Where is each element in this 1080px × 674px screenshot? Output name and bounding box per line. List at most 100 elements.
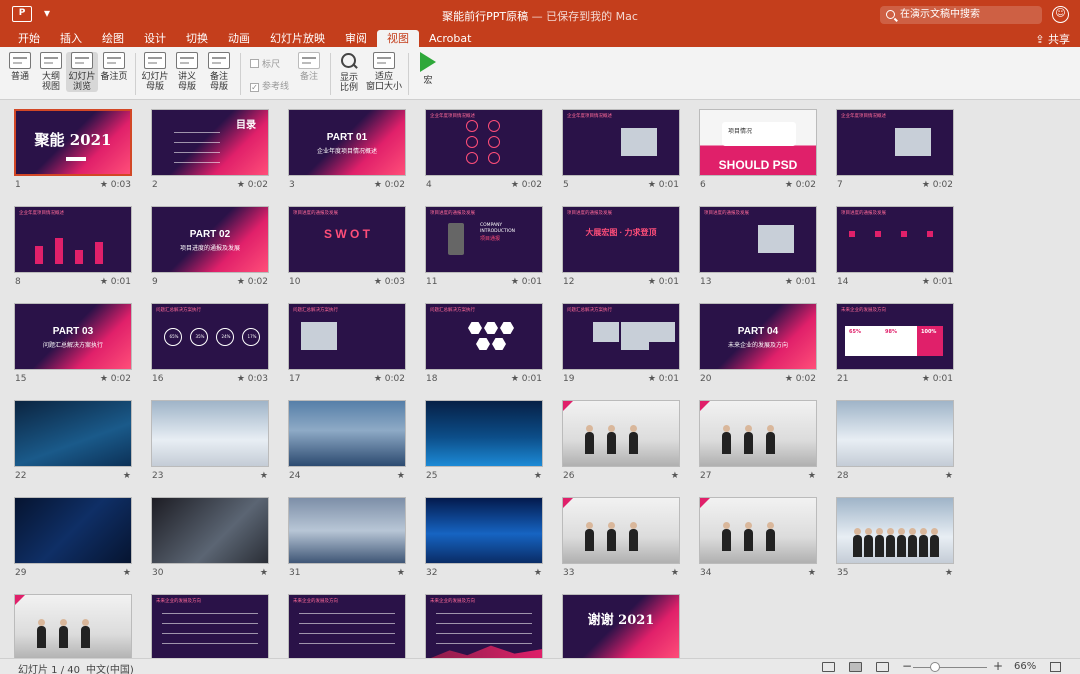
- tab-3[interactable]: 设计: [134, 30, 176, 47]
- slide-thumbnail-2[interactable]: 目录 2 ★ 0:02: [151, 109, 269, 190]
- slide-thumbnail-31[interactable]: 31 ★: [288, 497, 406, 578]
- slide-thumbnail-20[interactable]: PART 04 未来企业的发展及方向 20 ★ 0:02: [699, 303, 817, 384]
- slide-thumbnail-9[interactable]: PART 02 项目进度的通报及发展 9 ★ 0:02: [151, 206, 269, 287]
- slide-subtitle: 问题汇总解决方案执行: [42, 342, 103, 349]
- slide-thumbnail-28[interactable]: 28 ★: [836, 400, 954, 481]
- slide-thumbnail-37[interactable]: 未来企业的发展及方向37★: [151, 594, 269, 658]
- tab-5[interactable]: 动画: [218, 30, 260, 47]
- slide-thumbnail-1[interactable]: 聚能 2021 1 ★ 0:03: [14, 109, 132, 190]
- magnifier-icon: [340, 52, 358, 70]
- slide-thumbnail-5[interactable]: 企业年度项目情况概述 5 ★ 0:01: [562, 109, 680, 190]
- zoom-in-icon[interactable]: +: [993, 659, 1003, 673]
- tab-7[interactable]: 审阅: [335, 30, 377, 47]
- fit-window-button[interactable]: 适应 窗口大小: [364, 52, 404, 92]
- slide-timing: ★ 0:02: [511, 180, 542, 190]
- tab-0[interactable]: 开始: [8, 30, 50, 47]
- slide-label: 项目通报: [480, 236, 501, 242]
- normal-view-status-icon[interactable]: [822, 662, 835, 672]
- notes-button[interactable]: 备注: [293, 52, 325, 82]
- person-figure: [585, 425, 594, 454]
- slide-preview: [836, 497, 954, 564]
- notes-page-button[interactable]: 备注页: [98, 52, 130, 82]
- zoom-button[interactable]: 显示 比例: [333, 52, 365, 93]
- slide-thumbnail-36[interactable]: 36★: [14, 594, 132, 658]
- slide-thumbnail-23[interactable]: 23 ★: [151, 400, 269, 481]
- slide-sorter-button[interactable]: 幻灯片 浏览: [66, 52, 98, 92]
- tab-9[interactable]: Acrobat: [419, 30, 481, 47]
- slide-preview: 问题汇总解决方案执行: [562, 303, 680, 370]
- slide-number: 4: [426, 180, 432, 190]
- slide-thumbnail-18[interactable]: 问题汇总解决方案执行 18 ★ 0:01: [425, 303, 543, 384]
- slide-thumbnail-13[interactable]: 项目进度的通报及发展 13 ★ 0:01: [699, 206, 817, 287]
- slide-title: PART 02: [189, 229, 231, 240]
- fit-slide-icon[interactable]: [1050, 662, 1061, 672]
- slide-thumbnail-40[interactable]: 谢谢 202140★: [562, 594, 680, 658]
- ruler-checkbox[interactable]: 标尺: [250, 57, 280, 70]
- search-input[interactable]: 在演示文稿中搜索: [880, 6, 1042, 24]
- slide-thumbnail-32[interactable]: 32 ★: [425, 497, 543, 578]
- guides-checkbox[interactable]: ✓ 参考线: [250, 79, 289, 92]
- slide-thumbnail-10[interactable]: 项目进度的通报及发展 S W O T 10 ★ 0:03: [288, 206, 406, 287]
- slide-sorter-status-icon[interactable]: [849, 662, 862, 672]
- tab-1[interactable]: 插入: [50, 30, 92, 47]
- normal-view-button[interactable]: 普通: [4, 52, 36, 82]
- slide-thumbnail-4[interactable]: 企业年度项目情况概述 4 ★ 0:02: [425, 109, 543, 190]
- percent-value: 98%: [885, 329, 897, 335]
- person-figure: [886, 528, 895, 557]
- slide-thumbnail-39[interactable]: 未来企业的发展及方向39★: [425, 594, 543, 658]
- slide-thumbnail-29[interactable]: 29 ★: [14, 497, 132, 578]
- zoom-percent[interactable]: 66%: [1014, 661, 1036, 672]
- slide-thumbnail-38[interactable]: 未来企业的发展及方向38★: [288, 594, 406, 658]
- zoom-out-icon[interactable]: −: [902, 659, 912, 673]
- slide-thumbnail-19[interactable]: 问题汇总解决方案执行 19 ★ 0:01: [562, 303, 680, 384]
- slideshow-status-icon[interactable]: [876, 662, 889, 672]
- person-figure: [629, 522, 638, 551]
- slide-timing: ★: [671, 471, 679, 481]
- tab-4[interactable]: 切换: [176, 30, 218, 47]
- slide-thumbnail-27[interactable]: 27 ★: [699, 400, 817, 481]
- slide-thumbnail-6[interactable]: 项目情况 SHOULD PSD 6 ★ 0:02: [699, 109, 817, 190]
- slide-thumbnail-21[interactable]: 未来企业的发展及方向 65% 98% 100% 21 ★ 0:01: [836, 303, 954, 384]
- slide-thumbnail-12[interactable]: 项目进度的通报及发展 大展宏图 · 力求登顶 12 ★ 0:01: [562, 206, 680, 287]
- slide-thumbnail-35[interactable]: 35 ★: [836, 497, 954, 578]
- slide-thumbnail-26[interactable]: 26 ★: [562, 400, 680, 481]
- outline-view-button[interactable]: 大纲 视图: [35, 52, 67, 92]
- zoom-slider[interactable]: [913, 667, 987, 668]
- slide-thumbnail-30[interactable]: 30 ★: [151, 497, 269, 578]
- macro-button[interactable]: 宏: [412, 52, 444, 86]
- language-indicator[interactable]: 中文(中国): [86, 661, 134, 674]
- slide-thumbnail-7[interactable]: 企业年度项目情况概述 7 ★ 0:02: [836, 109, 954, 190]
- slide-thumbnail-14[interactable]: 项目进度的通报及发展 14 ★ 0:01: [836, 206, 954, 287]
- tab-8[interactable]: 视图: [377, 30, 419, 47]
- slide-thumbnail-34[interactable]: 34 ★: [699, 497, 817, 578]
- zoom-slider-handle[interactable]: [930, 662, 941, 672]
- slide-duration: 0:02: [795, 180, 816, 190]
- slide-thumbnail-22[interactable]: 22 ★: [14, 400, 132, 481]
- handout-master-button[interactable]: 讲义 母版: [171, 52, 203, 92]
- share-button[interactable]: ⇪ 共享: [1035, 31, 1070, 47]
- tab-6[interactable]: 幻灯片放映: [260, 30, 335, 47]
- tab-2[interactable]: 绘图: [92, 30, 134, 47]
- slide-thumbnail-17[interactable]: 问题汇总解决方案执行 17 ★ 0:02: [288, 303, 406, 384]
- slide-thumbnail-25[interactable]: 25 ★: [425, 400, 543, 481]
- slide-preview: [288, 497, 406, 564]
- slide-number: 23: [152, 471, 164, 481]
- feedback-smiley-icon[interactable]: ☺: [1052, 6, 1069, 23]
- slide-preview: [425, 497, 543, 564]
- notes-master-button[interactable]: 备注 母版: [203, 52, 235, 92]
- slide-master-button[interactable]: 幻灯片 母版: [139, 52, 171, 92]
- slide-thumbnail-8[interactable]: 企业年度项目情况概述 8 ★ 0:01: [14, 206, 132, 287]
- slide-heading: S W O T: [324, 227, 370, 241]
- slide-thumbnail-33[interactable]: 33 ★: [562, 497, 680, 578]
- slide-thumbnail-11[interactable]: 项目进度的通报及发展 COMPANY INTRODUCTION 项目通报 11 ★ 0:0…: [425, 206, 543, 287]
- slide-thumbnail-24[interactable]: 24 ★: [288, 400, 406, 481]
- transition-star-icon: ★: [647, 180, 659, 190]
- slide-thumbnail-15[interactable]: PART 03 问题汇总解决方案执行 15 ★ 0:02: [14, 303, 132, 384]
- slide-number: 25: [426, 471, 438, 481]
- slide-thumbnail-16[interactable]: 问题汇总解决方案执行 65% 35% 24% 17% 16 ★ 0:03: [151, 303, 269, 384]
- slide-thumbnail-3[interactable]: PART 01 企业年度项目情况概述 3 ★ 0:02: [288, 109, 406, 190]
- slide-number: 7: [837, 180, 843, 190]
- guides-label: 参考线: [262, 82, 290, 92]
- slide-number: 19: [563, 374, 575, 384]
- slide-number: 33: [563, 568, 575, 578]
